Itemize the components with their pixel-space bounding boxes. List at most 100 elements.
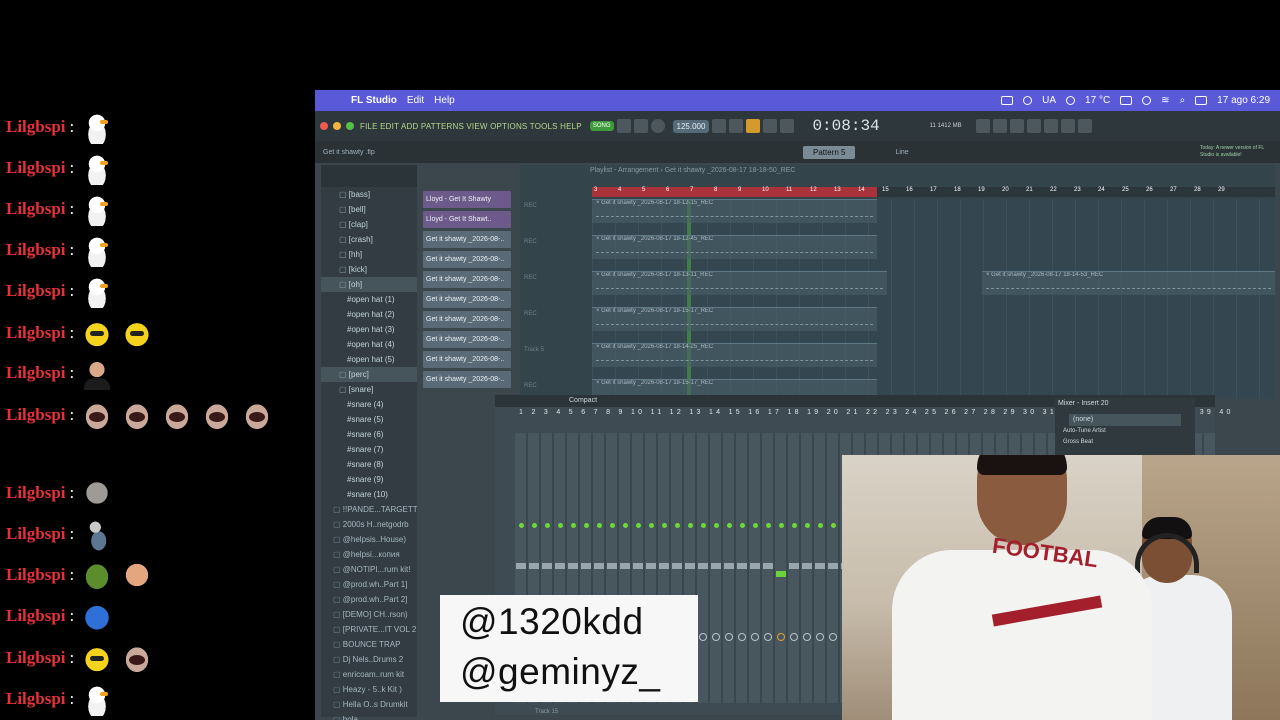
news-panel[interactable]: Today: A newer version of FL Studio is a… bbox=[1200, 145, 1270, 159]
pan-knob[interactable] bbox=[725, 633, 733, 641]
pan-knob[interactable] bbox=[829, 633, 837, 641]
channel-button[interactable]: Get it shawty _2026-08-.. bbox=[423, 291, 511, 308]
browser-item[interactable]: enricoam..rum kit bbox=[321, 667, 417, 682]
browser-item[interactable]: [kick] bbox=[321, 262, 417, 277]
browser-item[interactable]: #snare (8) bbox=[321, 457, 417, 472]
fader[interactable] bbox=[789, 563, 799, 569]
mute-led[interactable] bbox=[584, 523, 589, 528]
pan-knob[interactable] bbox=[803, 633, 811, 641]
browser-item[interactable]: #snare (10) bbox=[321, 487, 417, 502]
mute-led[interactable] bbox=[779, 523, 784, 528]
mute-led[interactable] bbox=[649, 523, 654, 528]
fader[interactable] bbox=[815, 563, 825, 569]
mute-led[interactable] bbox=[545, 523, 550, 528]
channel-button[interactable]: Lloyd - Get It Shawty bbox=[423, 191, 511, 208]
browser-item[interactable]: [PRIVATE...IT VOL 2 bbox=[321, 622, 417, 637]
pan-knob[interactable] bbox=[751, 633, 759, 641]
metronome-icon[interactable] bbox=[712, 119, 727, 133]
browser-item[interactable]: BOUNCE TRAP bbox=[321, 637, 417, 652]
battery-icon[interactable] bbox=[1120, 96, 1133, 105]
browser-item[interactable]: @prod.wh..Part 2] bbox=[321, 592, 417, 607]
user-icon[interactable] bbox=[1142, 96, 1152, 105]
fader[interactable] bbox=[724, 563, 734, 569]
fader[interactable] bbox=[568, 563, 578, 569]
chat-username[interactable]: Lilgbspi bbox=[6, 689, 66, 709]
undo-icon[interactable] bbox=[992, 119, 1007, 133]
browser-item[interactable]: @helpsi...копия bbox=[321, 547, 417, 562]
timeline-ruler[interactable]: 3 4 5 6 7 8 9 10 11 12 13 14 15 16 17 18 19 20 21 22 23 24 25 2… bbox=[592, 187, 1275, 197]
fader[interactable] bbox=[542, 563, 552, 569]
audio-clip[interactable]: × Get it shawty _2026-08-17 18-12-15_REC bbox=[592, 199, 877, 223]
pan-knob[interactable] bbox=[764, 633, 772, 641]
weather-temp[interactable]: 17 °C bbox=[1085, 95, 1110, 106]
fader[interactable] bbox=[685, 563, 695, 569]
channel-button[interactable]: Get it shawty _2026-08-.. bbox=[423, 251, 511, 268]
fader[interactable] bbox=[750, 563, 760, 569]
close-window-button[interactable] bbox=[320, 122, 328, 130]
browser-item[interactable]: #snare (4) bbox=[321, 397, 417, 412]
mute-led[interactable] bbox=[558, 523, 563, 528]
chat-username[interactable]: Lilgbspi bbox=[6, 117, 66, 137]
chat-username[interactable]: Lilgbspi bbox=[6, 199, 66, 219]
fader[interactable] bbox=[594, 563, 604, 569]
mute-led[interactable] bbox=[753, 523, 758, 528]
audio-clip[interactable]: × Get it shawty _2026-08-17 18-13-11_REC bbox=[592, 271, 887, 295]
mic-icon[interactable] bbox=[1009, 119, 1024, 133]
fader[interactable] bbox=[581, 563, 591, 569]
mute-led[interactable] bbox=[714, 523, 719, 528]
browser-item[interactable]: [bell] bbox=[321, 202, 417, 217]
pan-knob[interactable] bbox=[790, 633, 798, 641]
fader[interactable] bbox=[607, 563, 617, 569]
mute-led[interactable] bbox=[636, 523, 641, 528]
chat-username[interactable]: Lilgbspi bbox=[6, 483, 66, 503]
fader[interactable] bbox=[776, 571, 786, 577]
menu-app-name[interactable]: FL Studio bbox=[351, 95, 397, 106]
browser-item[interactable]: hola bbox=[321, 712, 417, 720]
export-icon[interactable] bbox=[1077, 119, 1092, 133]
track-label[interactable]: REC bbox=[524, 275, 537, 281]
chat-username[interactable]: Lilgbspi bbox=[6, 648, 66, 668]
pan-knob[interactable] bbox=[712, 633, 720, 641]
chat-username[interactable]: Lilgbspi bbox=[6, 565, 66, 585]
mute-led[interactable] bbox=[792, 523, 797, 528]
mute-led[interactable] bbox=[766, 523, 771, 528]
pan-knob[interactable] bbox=[777, 633, 785, 641]
audio-clip[interactable]: × Get it shawty _2026-08-17 18-14-53_REC bbox=[982, 271, 1275, 295]
mute-led[interactable] bbox=[610, 523, 615, 528]
browser-item[interactable]: [snare] bbox=[321, 382, 417, 397]
browser-item[interactable]: [perc] bbox=[321, 367, 417, 382]
browser-item[interactable]: [DEMO] CH..rson) bbox=[321, 607, 417, 622]
zoom-window-button[interactable] bbox=[346, 122, 354, 130]
audio-clip[interactable]: × Get it shawty _2026-08-17 18-15-17_REC bbox=[592, 307, 877, 331]
record-button[interactable] bbox=[650, 119, 665, 133]
countdown-icon[interactable] bbox=[746, 119, 761, 133]
refresh-icon[interactable] bbox=[975, 119, 990, 133]
menu-help[interactable]: Help bbox=[434, 95, 455, 106]
channel-button[interactable]: Get it shawty _2026-08-.. bbox=[423, 331, 511, 348]
fader[interactable] bbox=[672, 563, 682, 569]
browser-item[interactable]: [crash] bbox=[321, 232, 417, 247]
chat-username[interactable]: Lilgbspi bbox=[6, 363, 66, 383]
chat-username[interactable]: Lilgbspi bbox=[6, 323, 66, 343]
browser-item[interactable]: #open hat (2) bbox=[321, 307, 417, 322]
channel-button[interactable]: Get it shawty _2026-08-.. bbox=[423, 351, 511, 368]
wifi-icon[interactable]: ≋ bbox=[1161, 95, 1169, 106]
browser-item[interactable]: #snare (9) bbox=[321, 472, 417, 487]
fader[interactable] bbox=[529, 563, 539, 569]
stop-button[interactable] bbox=[633, 119, 648, 133]
plugin-icon[interactable] bbox=[1060, 119, 1075, 133]
fader[interactable] bbox=[659, 563, 669, 569]
playhead[interactable] bbox=[687, 199, 691, 399]
clock-text[interactable]: 17 ago 6:29 bbox=[1217, 95, 1270, 106]
mute-led[interactable] bbox=[701, 523, 706, 528]
track-label[interactable]: REC bbox=[524, 311, 537, 317]
mute-led[interactable] bbox=[571, 523, 576, 528]
chat-username[interactable]: Lilgbspi bbox=[6, 281, 66, 301]
browser-item[interactable]: #snare (5) bbox=[321, 412, 417, 427]
browser-item[interactable]: [hh] bbox=[321, 247, 417, 262]
channel-button[interactable]: Get it shawty _2026-08-.. bbox=[423, 311, 511, 328]
fader[interactable] bbox=[763, 563, 773, 569]
channel-button[interactable]: Get it shawty _2026-08-.. bbox=[423, 271, 511, 288]
pan-knob[interactable] bbox=[738, 633, 746, 641]
browser-item[interactable]: #open hat (1) bbox=[321, 292, 417, 307]
